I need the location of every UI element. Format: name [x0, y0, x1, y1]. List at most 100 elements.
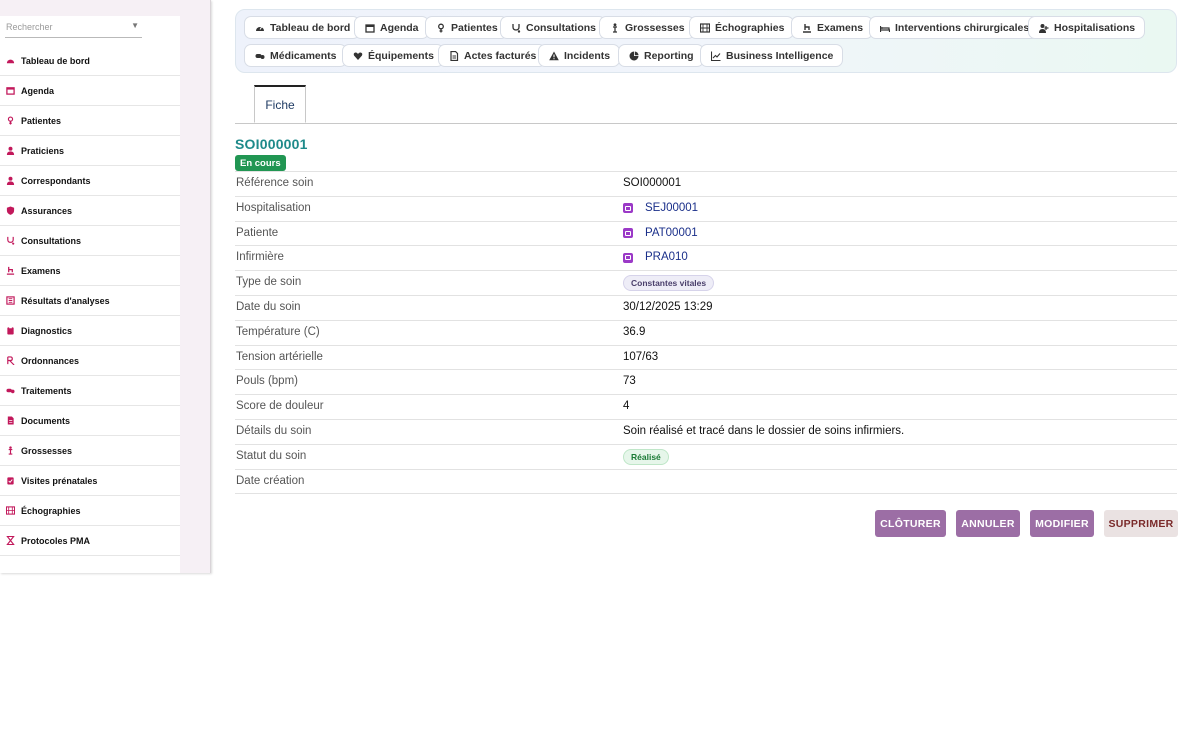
topnav-echographies[interactable]: Échographies — [689, 16, 795, 39]
field-row-details: Détails du soin Soin réalisé et tracé da… — [235, 420, 1177, 445]
record-link-icon — [623, 203, 633, 214]
chevron-down-icon[interactable]: ▼ — [131, 21, 139, 30]
topnav-label: Reporting — [644, 49, 694, 62]
sidebar-item-label: Patientes — [21, 115, 62, 126]
clipboard-check-icon — [5, 476, 15, 486]
sidebar-item-label: Ordonnances — [21, 355, 80, 366]
field-row-hospitalisation: Hospitalisation SEJ00001 — [235, 197, 1177, 222]
field-label: Tension artérielle — [236, 350, 323, 363]
sidebar-item-consultations[interactable]: Consultations — [0, 226, 180, 256]
sidebar-item-correspondants[interactable]: Correspondants — [0, 166, 180, 196]
pills-icon — [254, 50, 265, 61]
sidebar-item-examens[interactable]: Examens — [0, 256, 180, 286]
sidebar-search[interactable]: ▼ — [5, 16, 142, 38]
field-row-infirmiere: Infirmière PRA010 — [235, 246, 1177, 272]
sidebar-item-diagnostics[interactable]: Diagnostics — [0, 316, 180, 346]
sidebar-item-label: Visites prénatales — [21, 475, 98, 486]
field-label: Date du soin — [236, 300, 301, 313]
sidebar-item-agenda[interactable]: Agenda — [0, 76, 180, 106]
sidebar-item-label: Documents — [21, 415, 71, 426]
sidebar-item-praticiens[interactable]: Praticiens — [0, 136, 180, 166]
topnav-hospitalisations[interactable]: Hospitalisations — [1028, 16, 1146, 39]
field-value: 4 — [623, 400, 630, 413]
topnav-interventions[interactable]: Interventions chirurgicales — [869, 16, 1040, 39]
field-row-temperature: Température (C) 36.9 — [235, 321, 1177, 346]
female-icon — [5, 116, 15, 126]
ultrasound-icon — [5, 506, 15, 516]
hospitalisation-link[interactable]: SEJ00001 — [645, 202, 698, 214]
field-value: Soin réalisé et tracé dans le dossier de… — [623, 424, 905, 437]
topnav-label: Grossesses — [625, 21, 685, 34]
topnav-label: Hospitalisations — [1054, 21, 1136, 34]
topnav-equipements[interactable]: Équipements — [342, 44, 444, 67]
sidebar-item-visites-prenatales[interactable]: Visites prénatales — [0, 466, 180, 496]
field-row-tension: Tension artérielle 107/63 — [235, 346, 1177, 371]
ultrasound-icon — [699, 22, 710, 33]
field-label: Hospitalisation — [236, 201, 311, 214]
sidebar-item-resultats-analyses[interactable]: Résultats d'analyses — [0, 286, 180, 316]
sidebar: ▼ Tableau de bord Agenda Patientes Prati… — [0, 0, 211, 573]
topnav-label: Consultations — [526, 21, 596, 34]
patiente-link[interactable]: PAT00001 — [645, 227, 698, 239]
sidebar-item-label: Échographies — [21, 505, 81, 516]
sidebar-item-label: Protocoles PMA — [21, 535, 91, 546]
topnav-consultations[interactable]: Consultations — [500, 16, 606, 39]
topnav-label: Patientes — [451, 21, 498, 34]
modifier-button[interactable]: MODIFIER — [1030, 510, 1094, 537]
sidebar-item-traitements[interactable]: Traitements — [0, 376, 180, 406]
sidebar-item-label: Traitements — [21, 385, 72, 396]
field-value: 36.9 — [623, 325, 646, 338]
tab-fiche[interactable]: Fiche — [254, 85, 306, 123]
exam-icon — [801, 22, 812, 33]
field-value: SOI000001 — [623, 177, 682, 189]
topnav-grossesses[interactable]: Grossesses — [599, 16, 695, 39]
topnav-label: Équipements — [368, 49, 434, 62]
sidebar-item-grossesses[interactable]: Grossesses — [0, 436, 180, 466]
supprimer-button[interactable]: SUPPRIMER — [1104, 510, 1178, 537]
sidebar-item-echographies[interactable]: Échographies — [0, 496, 180, 526]
infirmiere-link[interactable]: PRA010 — [645, 251, 688, 263]
clipboard-icon — [5, 326, 15, 336]
sidebar-item-label: Assurances — [21, 205, 73, 216]
tab-bar: Fiche — [235, 85, 1177, 124]
sidebar-item-protocoles-pma[interactable]: Protocoles PMA — [0, 526, 180, 556]
calendar-icon — [5, 86, 15, 96]
field-row-type-soin: Type de soin Constantes vitales — [235, 271, 1177, 296]
sidebar-item-assurances[interactable]: Assurances — [0, 196, 180, 226]
topnav-label: Échographies — [715, 21, 785, 34]
topnav-label: Business Intelligence — [726, 49, 834, 62]
topnav-tableau-de-bord[interactable]: Tableau de bord — [244, 16, 361, 39]
cloturer-button[interactable]: CLÔTURER — [875, 510, 946, 537]
topnav-incidents[interactable]: Incidents — [538, 44, 621, 67]
field-label: Type de soin — [236, 276, 302, 289]
dashboard-icon — [5, 56, 15, 66]
topnav-reporting[interactable]: Reporting — [618, 44, 704, 67]
topnav-label: Tableau de bord — [270, 21, 351, 34]
annuler-button[interactable]: ANNULER — [956, 510, 1020, 537]
topnav-business-intelligence[interactable]: Business Intelligence — [700, 44, 844, 67]
sidebar-item-tableau-de-bord[interactable]: Tableau de bord — [0, 46, 180, 76]
stethoscope-icon — [5, 236, 15, 246]
surgery-bed-icon — [879, 22, 890, 33]
sidebar-item-documents[interactable]: Documents — [0, 406, 180, 436]
topnav-examens[interactable]: Examens — [791, 16, 874, 39]
field-value: 73 — [623, 375, 636, 388]
user-md-icon — [5, 146, 15, 156]
sidebar-item-label: Diagnostics — [21, 325, 73, 336]
search-input[interactable] — [5, 16, 126, 37]
field-row-date-creation: Date création — [235, 470, 1177, 495]
pills-icon — [5, 386, 15, 396]
topnav-agenda[interactable]: Agenda — [354, 16, 429, 39]
sidebar-item-label: Examens — [21, 265, 61, 276]
sidebar-item-ordonnances[interactable]: Ordonnances — [0, 346, 180, 376]
topnav-patientes[interactable]: Patientes — [425, 16, 508, 39]
field-label: Statut du soin — [236, 449, 307, 462]
warning-icon — [548, 50, 559, 61]
user-icon — [5, 176, 15, 186]
topnav-actes-factures[interactable]: Actes facturés — [438, 44, 547, 67]
sidebar-item-label: Résultats d'analyses — [21, 295, 110, 306]
topnav-label: Médicaments — [270, 49, 337, 62]
sidebar-item-patientes[interactable]: Patientes — [0, 106, 180, 136]
topnav-medicaments[interactable]: Médicaments — [244, 44, 347, 67]
stethoscope-icon — [510, 22, 521, 33]
